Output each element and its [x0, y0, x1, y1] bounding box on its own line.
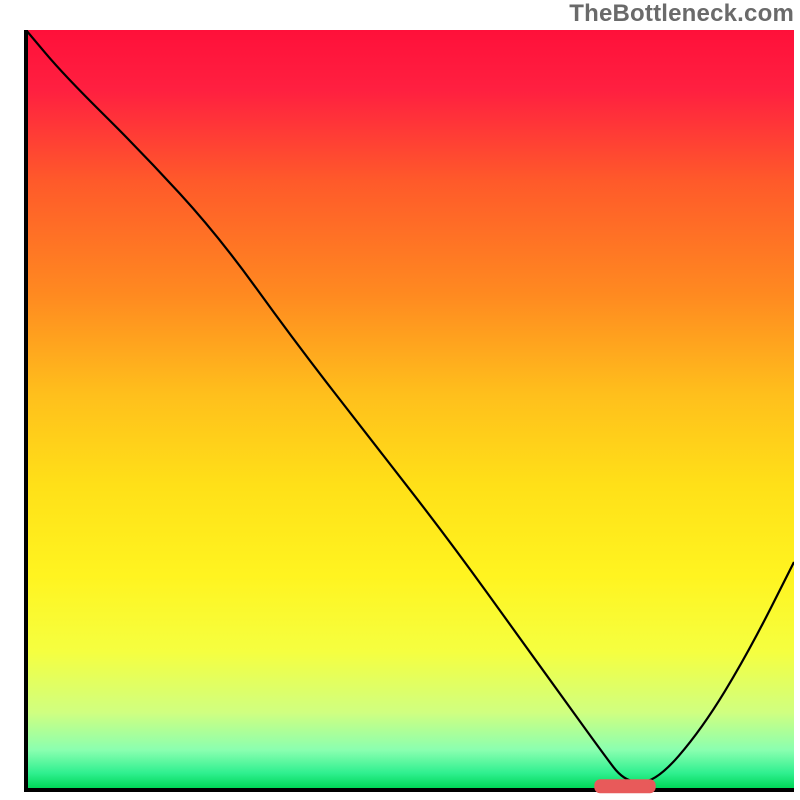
gradient-background [26, 30, 794, 788]
chart-svg [24, 30, 794, 800]
watermark-text: TheBottleneck.com [569, 0, 794, 28]
chart-container: TheBottleneck.com [0, 0, 800, 800]
optimal-marker [594, 779, 655, 793]
